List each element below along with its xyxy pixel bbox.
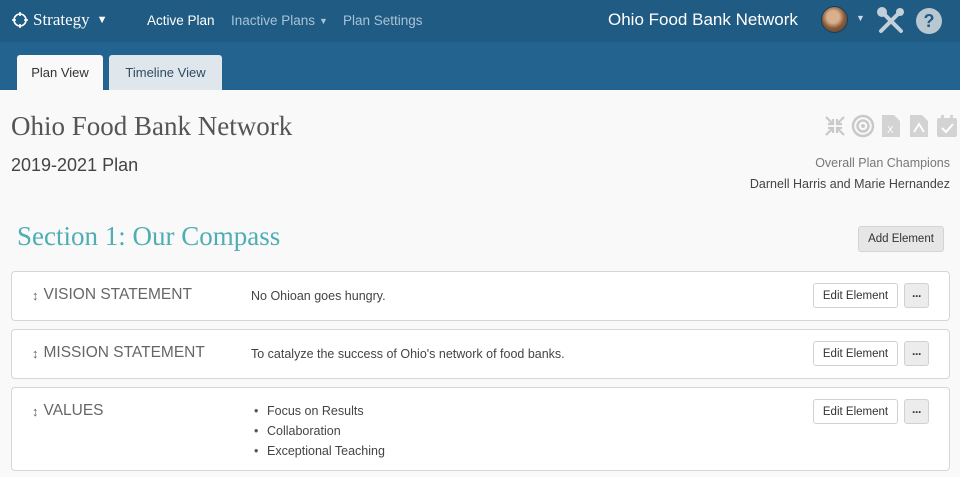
user-avatar[interactable]: [821, 6, 848, 33]
sort-handle-icon[interactable]: ↕: [32, 288, 39, 303]
list-item: Focus on Results: [251, 401, 385, 421]
caret-down-icon[interactable]: ▼: [856, 13, 865, 23]
list-item: Exceptional Teaching: [251, 441, 385, 461]
element-card-vision: ↕ VISION STATEMENT No Ohioan goes hungry…: [11, 271, 950, 321]
org-title: Ohio Food Bank Network: [608, 10, 798, 29]
tab-timeline-view[interactable]: Timeline View: [109, 55, 222, 90]
edit-element-button[interactable]: Edit Element: [813, 341, 898, 366]
edit-element-button[interactable]: Edit Element: [813, 399, 898, 424]
values-list: Focus on Results Collaboration Exception…: [251, 401, 385, 461]
target-icon[interactable]: [851, 112, 875, 140]
collapse-icon[interactable]: [823, 112, 847, 140]
champions-label: Overall Plan Champions: [815, 156, 950, 170]
brand-label: Strategy: [33, 10, 90, 29]
edit-element-button[interactable]: Edit Element: [813, 283, 898, 308]
caret-down-icon: ▼: [319, 16, 328, 26]
caret-down-icon: ▼: [96, 14, 108, 26]
svg-text:X: X: [887, 125, 894, 136]
element-content: No Ohioan goes hungry.: [251, 289, 386, 303]
nav-plan-settings[interactable]: Plan Settings: [343, 13, 423, 28]
page-title: Ohio Food Bank Network: [11, 111, 293, 141]
more-options-button[interactable]: ···: [904, 283, 929, 308]
more-options-button[interactable]: ···: [904, 399, 929, 424]
section-title: Section 1: Our Compass: [17, 221, 281, 251]
nav-active-plan[interactable]: Active Plan: [147, 13, 215, 28]
element-label[interactable]: ↕ MISSION STATEMENT: [32, 344, 205, 362]
help-icon[interactable]: ?: [916, 8, 942, 34]
element-label-text: VALUES: [43, 402, 104, 419]
excel-icon[interactable]: X: [879, 112, 903, 140]
element-label[interactable]: ↕ VALUES: [32, 402, 104, 420]
calendar-check-icon[interactable]: [935, 112, 959, 140]
more-options-button[interactable]: ···: [904, 341, 929, 366]
top-navbar: Strategy ▼ Active Plan Inactive Plans ▼ P…: [0, 0, 960, 42]
strategy-menu[interactable]: Strategy ▼: [12, 10, 108, 30]
champions-names: Darnell Harris and Marie Hernandez: [749, 177, 950, 191]
sort-handle-icon[interactable]: ↕: [32, 346, 39, 361]
nav-inactive-plans[interactable]: Inactive Plans ▼: [231, 13, 328, 28]
list-item: Collaboration: [251, 421, 385, 441]
element-card-values: ↕ VALUES Focus on Results Collaboration …: [11, 387, 950, 471]
compass-icon: [12, 12, 28, 28]
element-label[interactable]: ↕ VISION STATEMENT: [32, 286, 192, 304]
sort-handle-icon[interactable]: ↕: [32, 404, 39, 419]
pdf-icon[interactable]: [907, 112, 931, 140]
element-label-text: VISION STATEMENT: [43, 286, 192, 303]
add-element-button[interactable]: Add Element: [858, 226, 944, 252]
tab-plan-view[interactable]: Plan View: [17, 55, 103, 90]
view-tabs: Plan View Timeline View: [0, 42, 960, 90]
element-content: To catalyze the success of Ohio's networ…: [251, 347, 565, 361]
element-label-text: MISSION STATEMENT: [43, 344, 205, 361]
plan-actions: X: [823, 112, 959, 140]
tools-icon[interactable]: [876, 6, 906, 36]
nav-inactive-plans-label: Inactive Plans: [231, 13, 316, 28]
element-card-mission: ↕ MISSION STATEMENT To catalyze the succ…: [11, 329, 950, 379]
plan-name: 2019-2021 Plan: [11, 155, 139, 175]
